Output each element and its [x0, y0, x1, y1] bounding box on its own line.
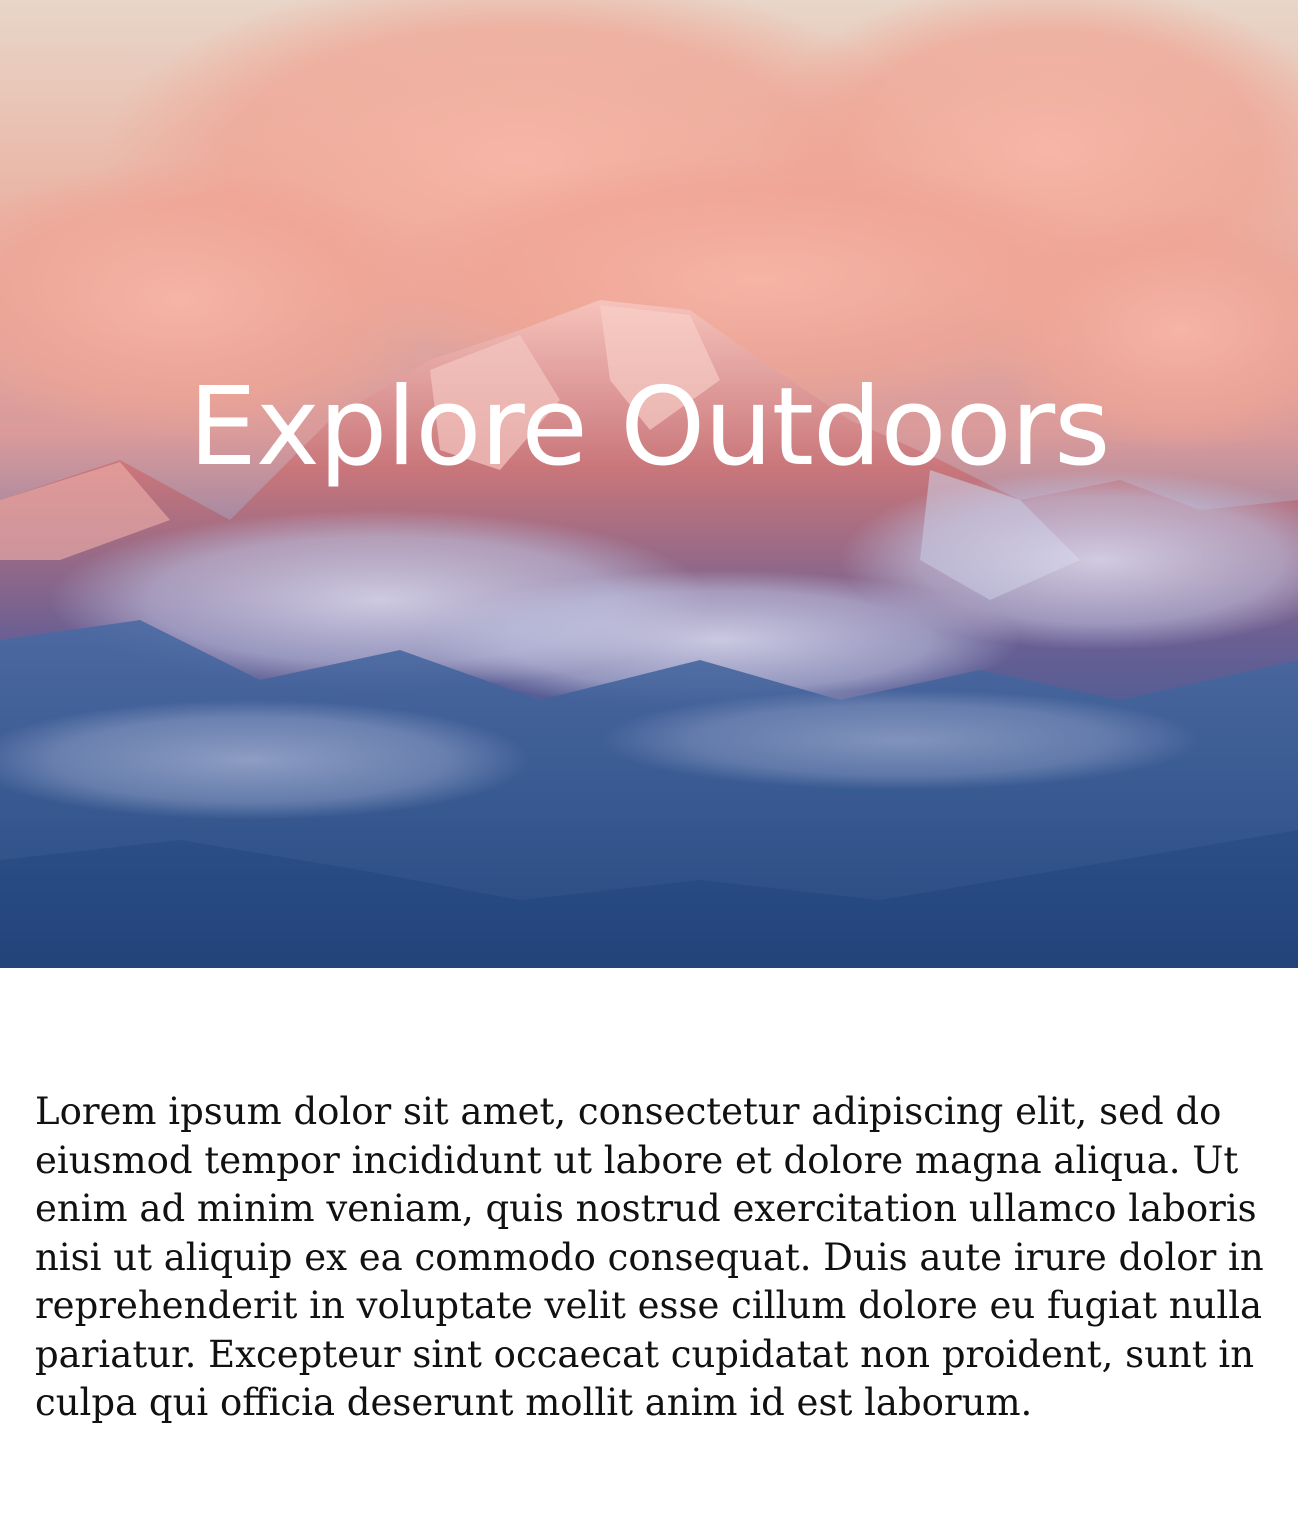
- hero-banner: Explore Outdoors: [0, 0, 1298, 968]
- page: Explore Outdoors Lorem ipsum dolor sit a…: [0, 0, 1298, 1516]
- body-paragraph: Lorem ipsum dolor sit amet, consectetur …: [35, 1090, 1264, 1424]
- hero-title: Explore Outdoors: [188, 365, 1111, 490]
